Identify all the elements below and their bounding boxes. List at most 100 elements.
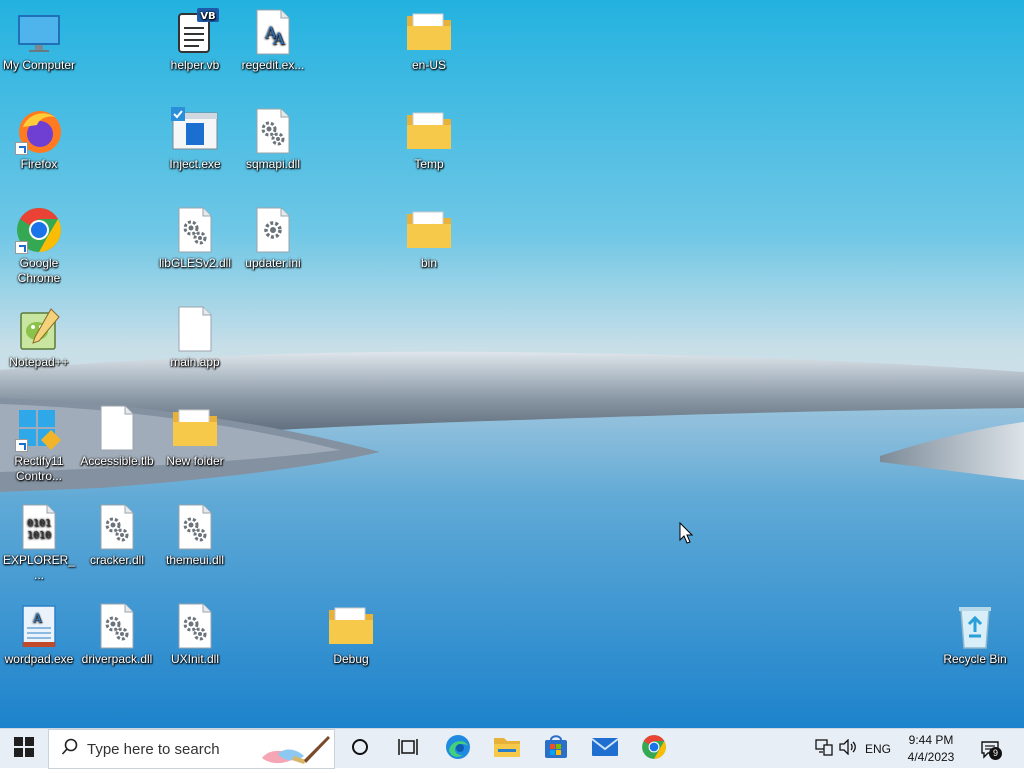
- desktop-icon-bin-folder[interactable]: bin: [390, 200, 468, 271]
- taskbar-mail-button[interactable]: [585, 729, 625, 769]
- chrome-icon: [15, 206, 63, 254]
- desktop-icon-new-folder[interactable]: New folder: [156, 398, 234, 469]
- search-placeholder: Type here to search: [87, 740, 220, 758]
- svg-text:A: A: [272, 29, 285, 48]
- task-view-icon: [398, 738, 418, 761]
- desktop-icon-label: updater.ini: [245, 256, 301, 270]
- desktop-icon-debug-folder[interactable]: Debug: [312, 596, 390, 667]
- gear-file-icon: [249, 107, 297, 155]
- folder-icon: [171, 404, 219, 452]
- desktop-icon-label: main.app: [170, 355, 220, 369]
- gear-file-icon: [171, 503, 219, 551]
- folder-icon: [405, 107, 453, 155]
- notification-count-badge: 9: [989, 747, 1002, 760]
- desktop-icon-label: Google Chrome: [17, 256, 61, 285]
- speaker-icon: [839, 737, 857, 760]
- store-icon: [543, 734, 569, 765]
- desktop-icon-label: UXInit.dll: [170, 652, 220, 666]
- tray-language-button[interactable]: ENG: [862, 729, 894, 769]
- desktop-icon-label: wordpad.exe: [4, 652, 74, 666]
- tray-network-button[interactable]: [812, 729, 836, 769]
- mail-icon: [591, 736, 619, 763]
- folder-icon: [327, 602, 375, 650]
- taskbar-store-button[interactable]: [536, 729, 576, 769]
- desktop-icon-label: Inject.exe: [169, 157, 221, 171]
- desktop-icon-accessible-tlb[interactable]: Accessible.tlb: [78, 398, 156, 469]
- blank-file-icon: [93, 404, 141, 452]
- firefox-icon: [15, 107, 63, 155]
- desktop-icon-google-chrome[interactable]: Google Chrome: [0, 200, 78, 286]
- svg-text:A: A: [32, 611, 42, 625]
- desktop-icon-label: Firefox: [20, 157, 58, 171]
- desktop-icon-cracker-dll[interactable]: cracker.dll: [78, 497, 156, 568]
- desktop-icon-my-computer[interactable]: My Computer: [0, 2, 78, 73]
- taskbar-edge-button[interactable]: [438, 729, 478, 769]
- monitor-icon: [15, 8, 63, 56]
- desktop-icon-themeui-dll[interactable]: themeui.dll: [156, 497, 234, 568]
- desktop-icon-label: driverpack.dll: [81, 652, 153, 666]
- gear-file-icon: [93, 503, 141, 551]
- desktop-icon-uxinit-dll[interactable]: UXInit.dll: [156, 596, 234, 667]
- font-file-icon: A A: [249, 8, 297, 56]
- desktop-icon-label: helper.vb: [170, 58, 220, 72]
- desktop-icon-temp-folder[interactable]: Temp: [390, 101, 468, 172]
- vb-script-icon: VB: [171, 8, 219, 56]
- shortcut-arrow-icon: [15, 241, 28, 254]
- search-icon: [61, 738, 79, 761]
- desktop-icon-firefox[interactable]: Firefox: [0, 101, 78, 172]
- desktop-icon-label: Recycle Bin: [943, 652, 1007, 666]
- windows-start-icon: [14, 736, 34, 762]
- network-icon: [815, 738, 833, 761]
- app-window-icon: [171, 107, 219, 155]
- settings-file-icon: [249, 206, 297, 254]
- vb-badge-text: VB: [200, 11, 215, 22]
- cortana-circle-icon: [351, 738, 369, 761]
- file-explorer-icon: [493, 735, 521, 764]
- desktop-icon-explorer[interactable]: 0101 1010 EXPLORER_...: [0, 497, 78, 583]
- task-view-button[interactable]: [388, 729, 428, 769]
- svg-text:0101: 0101: [27, 518, 51, 529]
- desktop-icon-helper-vb[interactable]: VB helper.vb: [156, 2, 234, 73]
- desktop-icon-en-us-folder[interactable]: en-US: [390, 2, 468, 73]
- desktop-icon-driverpack-dll[interactable]: driverpack.dll: [78, 596, 156, 667]
- desktop-icon-label: Temp: [414, 157, 444, 171]
- desktop-icon-recycle-bin[interactable]: Recycle Bin: [936, 596, 1014, 667]
- tray-volume-button[interactable]: [836, 729, 860, 769]
- taskbar-search-box[interactable]: Type here to search: [48, 729, 335, 769]
- desktop-icon-label: Debug: [333, 652, 369, 666]
- desktop-icon-label: My Computer: [2, 58, 76, 72]
- desktop-icon-main-app[interactable]: main.app: [156, 299, 234, 370]
- gear-file-icon: [171, 206, 219, 254]
- desktop-icon-sqmapi-dll[interactable]: sqmapi.dll: [234, 101, 312, 172]
- desktop-icon-label: libGLESv2.dll: [158, 256, 232, 270]
- chrome-icon: [641, 734, 667, 765]
- desktop-icon-label: regedit.ex...: [241, 58, 305, 72]
- desktop-icon-rectify11[interactable]: Rectify11 Contro...: [0, 398, 78, 484]
- desktop-icon-label: EXPLORER_...: [2, 553, 76, 582]
- desktop-icon-label: en-US: [411, 58, 446, 72]
- desktop-icon-libglesv2-dll[interactable]: libGLESv2.dll: [156, 200, 234, 271]
- shortcut-arrow-icon: [15, 142, 28, 155]
- taskbar-clock[interactable]: 9:44 PM 4/4/2023: [896, 732, 966, 766]
- desktop-icon-notepadpp[interactable]: Notepad++: [0, 299, 78, 370]
- notification-center-button[interactable]: 9: [974, 729, 1006, 769]
- clock-time: 9:44 PM: [908, 733, 954, 747]
- folder-icon: [405, 8, 453, 56]
- shortcut-arrow-icon: [15, 439, 28, 452]
- cortana-button[interactable]: [340, 729, 380, 769]
- blank-file-icon: [171, 305, 219, 353]
- edge-icon: [445, 734, 471, 765]
- notification-icon: 9: [980, 739, 1002, 760]
- taskbar-chrome-button[interactable]: [634, 729, 674, 769]
- desktop-icon-updater-ini[interactable]: updater.ini: [234, 200, 312, 271]
- clock-date: 4/4/2023: [907, 750, 955, 764]
- desktop-icon-label: New folder: [166, 454, 224, 468]
- start-button[interactable]: [0, 729, 48, 769]
- desktop-icon-label: Rectify11 Contro...: [14, 454, 64, 483]
- desktop-icon-regedit[interactable]: A A regedit.ex...: [234, 2, 312, 73]
- desktop-icon-inject-exe[interactable]: Inject.exe: [156, 101, 234, 172]
- desktop[interactable]: My Computer Firefox Google Chrome Notepa…: [0, 0, 1024, 728]
- desktop-icon-wordpad[interactable]: A wordpad.exe: [0, 596, 78, 667]
- mouse-pointer-icon: [679, 521, 694, 549]
- taskbar-file-explorer-button[interactable]: [487, 729, 527, 769]
